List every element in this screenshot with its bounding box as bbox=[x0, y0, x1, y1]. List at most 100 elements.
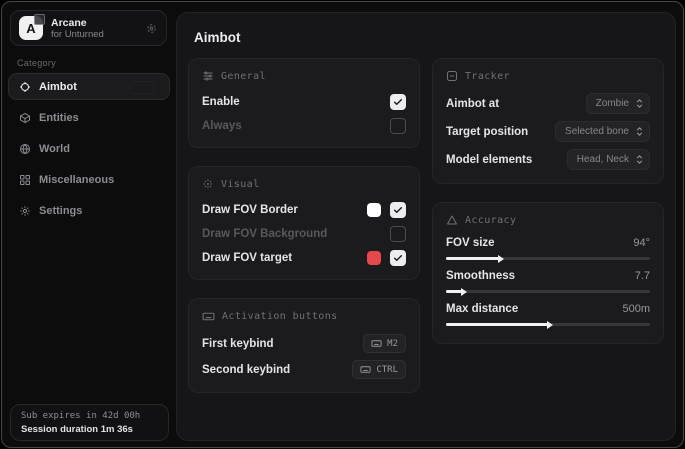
tracker-card: Tracker Aimbot at Zombie Target position bbox=[432, 58, 664, 184]
app-logo: A bbox=[19, 16, 43, 40]
slider-fill bbox=[446, 257, 499, 260]
sparkle-icon bbox=[202, 178, 214, 190]
main-panel: Aimbot General Enable bbox=[176, 12, 676, 441]
setting-row-fov-border: Draw FOV Border bbox=[202, 201, 406, 218]
setting-row-enable: Enable bbox=[202, 93, 406, 110]
first-keybind-button[interactable]: M2 bbox=[363, 334, 406, 353]
always-checkbox[interactable] bbox=[390, 118, 406, 134]
fov-border-checkbox[interactable] bbox=[390, 202, 406, 218]
slider-row-smoothness: Smoothness 7.7 bbox=[446, 270, 650, 293]
right-column: Tracker Aimbot at Zombie Target position bbox=[432, 58, 664, 344]
general-card: General Enable Always bbox=[188, 58, 420, 148]
slider-row-max-distance: Max distance 500m bbox=[446, 303, 650, 326]
fov-target-color-swatch[interactable] bbox=[367, 251, 381, 265]
fov-background-checkbox[interactable] bbox=[390, 226, 406, 242]
sidebar-item-settings[interactable]: Settings bbox=[8, 197, 170, 224]
setting-label: First keybind bbox=[202, 338, 274, 350]
fov-size-slider[interactable] bbox=[446, 257, 650, 260]
target-position-select[interactable]: Selected bone bbox=[555, 121, 650, 142]
app-title-block: Arcane for Unturned bbox=[51, 17, 104, 40]
session-duration-text: Session duration 1m 36s bbox=[21, 423, 158, 436]
sub-expiry-text: Sub expires in 42d 00h bbox=[21, 410, 158, 423]
chevrons-up-down-icon bbox=[634, 98, 645, 109]
sidebar: A Arcane for Unturned Category Aimbot bbox=[2, 2, 176, 447]
setting-label: Second keybind bbox=[202, 364, 290, 376]
page-title: Aimbot bbox=[194, 30, 658, 45]
activation-card-header: Activation buttons bbox=[202, 310, 406, 323]
slider-fill bbox=[446, 323, 548, 326]
max-distance-value: 500m bbox=[622, 303, 650, 315]
sidebar-item-label: Settings bbox=[39, 205, 82, 217]
setting-row-aimbot-at: Aimbot at Zombie bbox=[446, 93, 650, 114]
general-card-header: General bbox=[202, 70, 406, 82]
sidebar-nav: Aimbot Entities World bbox=[8, 73, 170, 224]
sidebar-item-label: Miscellaneous bbox=[39, 174, 114, 186]
model-elements-select[interactable]: Head, Neck bbox=[567, 149, 650, 170]
sidebar-item-label: World bbox=[39, 143, 70, 155]
aimbot-at-select[interactable]: Zombie bbox=[586, 93, 650, 114]
fov-border-color-swatch[interactable] bbox=[367, 203, 381, 217]
square-minus-icon bbox=[446, 70, 458, 82]
tracker-card-header: Tracker bbox=[446, 70, 650, 82]
setting-label: Aimbot at bbox=[446, 98, 499, 110]
crosshair-icon bbox=[19, 81, 31, 93]
keyboard-icon bbox=[371, 338, 382, 349]
enable-checkbox[interactable] bbox=[390, 94, 406, 110]
accuracy-card-header: Accuracy bbox=[446, 214, 650, 226]
app-subtitle: for Unturned bbox=[51, 29, 104, 40]
keyboard-icon bbox=[360, 364, 371, 375]
fov-size-value: 94° bbox=[633, 237, 650, 249]
visual-card-header: Visual bbox=[202, 178, 406, 190]
second-keybind-button[interactable]: CTRL bbox=[352, 360, 406, 379]
setting-row-always: Always bbox=[202, 117, 406, 134]
sidebar-item-entities[interactable]: Entities bbox=[8, 104, 170, 131]
app-title: Arcane bbox=[51, 17, 104, 29]
app-header: A Arcane for Unturned bbox=[10, 10, 167, 46]
setting-label: Draw FOV target bbox=[202, 252, 292, 264]
slider-fill bbox=[446, 290, 462, 293]
slider-row-fov-size: FOV size 94° bbox=[446, 237, 650, 260]
setting-row-fov-background: Draw FOV Background bbox=[202, 225, 406, 242]
sidebar-item-miscellaneous[interactable]: Miscellaneous bbox=[8, 166, 170, 193]
visual-card: Visual Draw FOV Border Draw FOV Backgrou… bbox=[188, 166, 420, 280]
sidebar-item-world[interactable]: World bbox=[8, 135, 170, 162]
left-column: General Enable Always bbox=[188, 58, 420, 393]
triangle-icon bbox=[446, 214, 458, 226]
grid-icon bbox=[19, 174, 31, 186]
sync-icon[interactable] bbox=[145, 22, 158, 35]
chevrons-up-down-icon bbox=[634, 154, 645, 165]
smoothness-value: 7.7 bbox=[635, 270, 650, 282]
setting-row-second-keybind: Second keybind CTRL bbox=[202, 360, 406, 379]
setting-label: Always bbox=[202, 120, 242, 132]
setting-row-model-elements: Model elements Head, Neck bbox=[446, 149, 650, 170]
chevrons-up-down-icon bbox=[634, 126, 645, 137]
setting-label: Max distance bbox=[446, 303, 518, 315]
sidebar-item-label: Aimbot bbox=[39, 81, 77, 93]
setting-label: Model elements bbox=[446, 154, 532, 166]
setting-label: Enable bbox=[202, 96, 240, 108]
fov-target-checkbox[interactable] bbox=[390, 250, 406, 266]
category-label: Category bbox=[17, 58, 56, 68]
setting-label: Target position bbox=[446, 126, 528, 138]
faint-keybind-badge bbox=[129, 81, 155, 94]
subscription-status: Sub expires in 42d 00h Session duration … bbox=[10, 404, 169, 441]
globe-icon bbox=[19, 143, 31, 155]
cube-icon bbox=[19, 112, 31, 124]
setting-row-fov-target: Draw FOV target bbox=[202, 249, 406, 266]
max-distance-slider[interactable] bbox=[446, 323, 650, 326]
activation-card: Activation buttons First keybind M2 bbox=[188, 298, 420, 393]
accuracy-card: Accuracy FOV size 94° bbox=[432, 202, 664, 344]
app-window: A Arcane for Unturned Category Aimbot bbox=[1, 1, 684, 448]
setting-label: Smoothness bbox=[446, 270, 515, 282]
setting-label: FOV size bbox=[446, 237, 495, 249]
setting-label: Draw FOV Border bbox=[202, 204, 298, 216]
smoothness-slider[interactable] bbox=[446, 290, 650, 293]
setting-row-target-position: Target position Selected bone bbox=[446, 121, 650, 142]
sidebar-item-label: Entities bbox=[39, 112, 79, 124]
setting-label: Draw FOV Background bbox=[202, 228, 327, 240]
tune-icon bbox=[202, 70, 214, 82]
setting-row-first-keybind: First keybind M2 bbox=[202, 334, 406, 353]
gear-icon bbox=[19, 205, 31, 217]
sidebar-item-aimbot[interactable]: Aimbot bbox=[8, 73, 170, 100]
keyboard-icon bbox=[202, 310, 215, 323]
